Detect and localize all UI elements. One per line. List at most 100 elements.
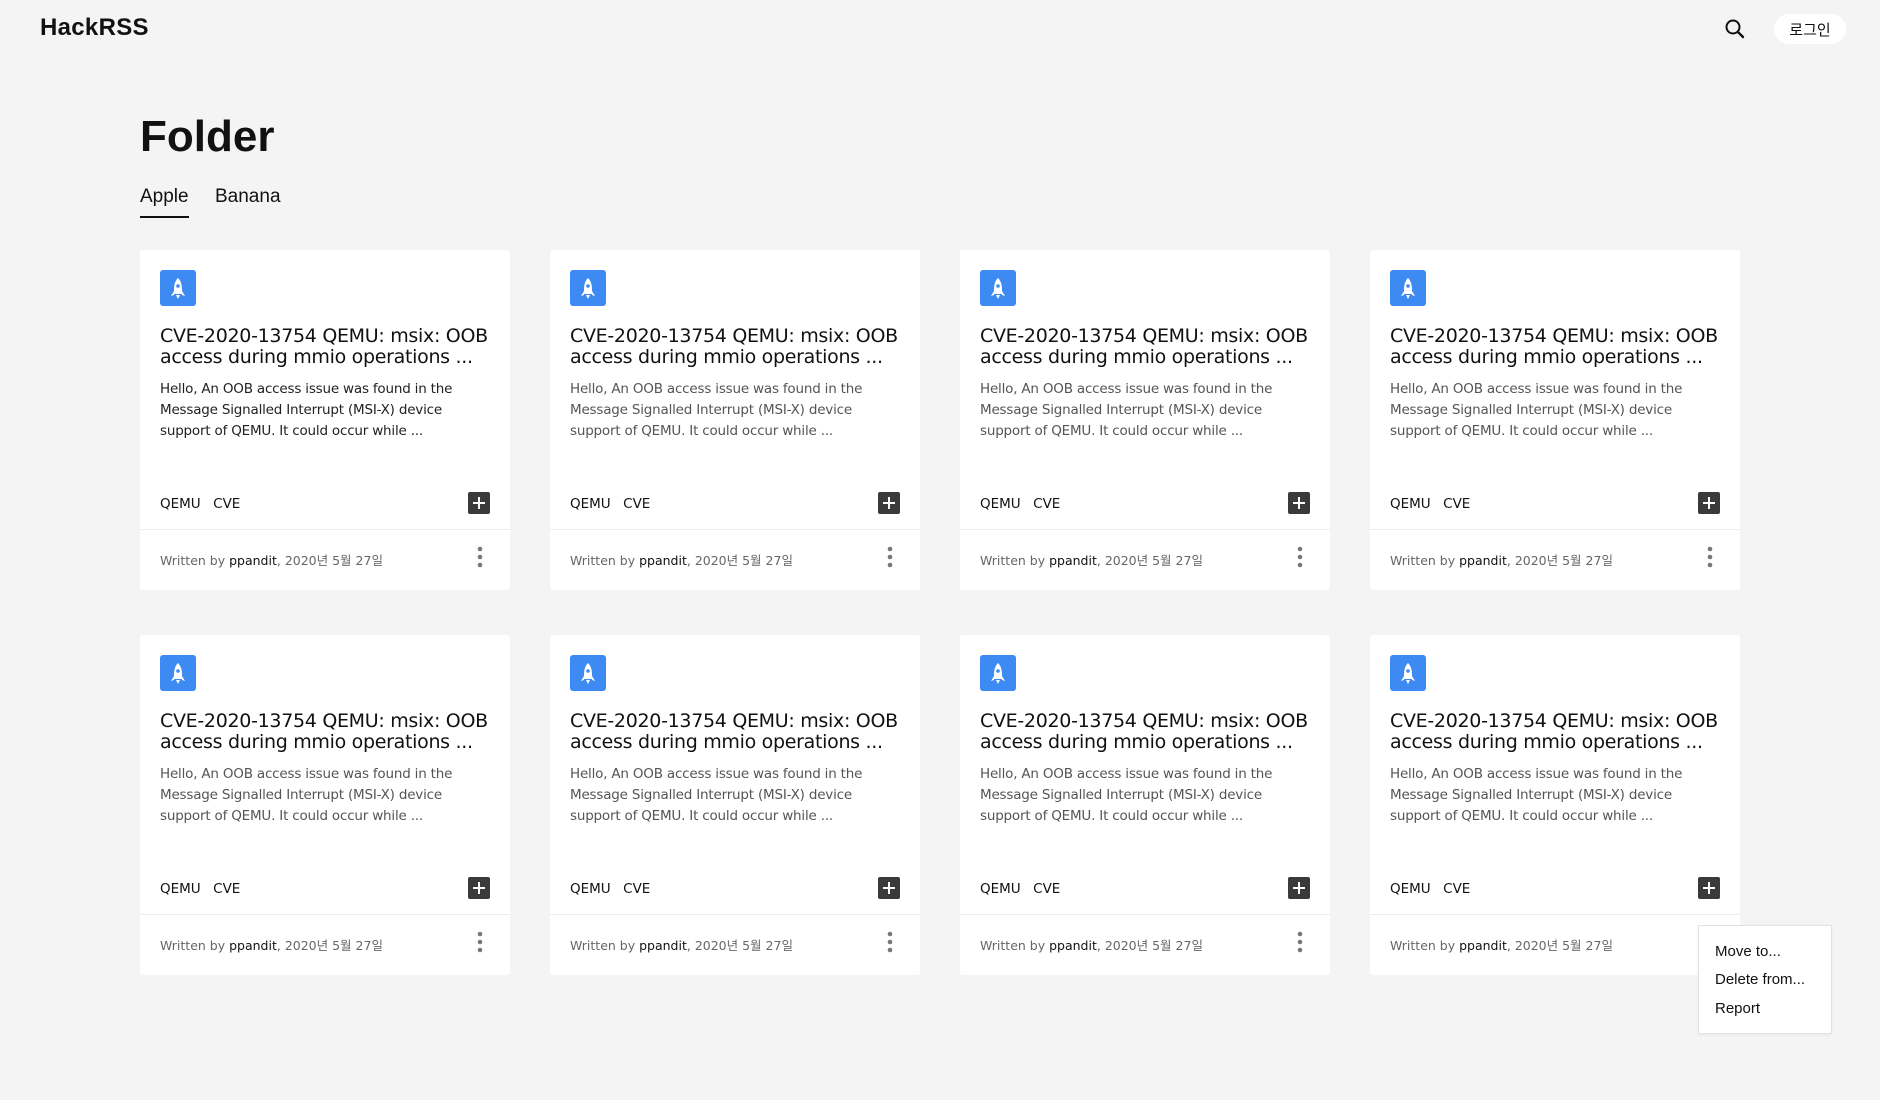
tag[interactable]: QEMU [160, 496, 201, 512]
tag[interactable]: QEMU [980, 881, 1021, 897]
tag[interactable]: QEMU [1390, 496, 1431, 512]
plus-icon[interactable] [468, 492, 490, 514]
card-description: Hello, An OOB access issue was found in … [980, 381, 1273, 439]
card-tags: QEMU CVE [1390, 495, 1478, 515]
card-title[interactable]: CVE-2020-13754 QEMU: msix: OOB access du… [160, 326, 496, 368]
card-divider [960, 914, 1330, 915]
card-description: Hello, An OOB access issue was found in … [1390, 381, 1683, 439]
card-byline: Written by ppandit, 2020년 5월 27일 [980, 550, 1203, 569]
tab-banana[interactable]: Banana [215, 186, 281, 216]
tag[interactable]: QEMU [570, 881, 611, 897]
tag[interactable]: QEMU [980, 496, 1021, 512]
menu-item-move-to[interactable]: Move to... [1715, 943, 1781, 960]
more-vertical-icon[interactable] [880, 929, 900, 955]
more-vertical-icon[interactable] [1700, 544, 1720, 570]
rocket-icon [570, 270, 606, 306]
feed-card[interactable]: CVE-2020-13754 QEMU: msix: OOB access du… [1370, 635, 1740, 975]
more-vertical-icon[interactable] [880, 544, 900, 570]
card-byline: Written by ppandit, 2020년 5월 27일 [570, 935, 793, 954]
feed-card[interactable]: CVE-2020-13754 QEMU: msix: OOB access du… [1370, 250, 1740, 590]
written-by-label: Written by [1390, 938, 1460, 953]
written-by-label: Written by [1390, 553, 1460, 568]
card-tags: QEMU CVE [160, 495, 248, 515]
tag[interactable]: QEMU [570, 496, 611, 512]
rocket-icon [980, 270, 1016, 306]
menu-item-delete-from[interactable]: Delete from... [1715, 971, 1805, 988]
card-title[interactable]: CVE-2020-13754 QEMU: msix: OOB access du… [980, 326, 1316, 368]
card-tags: QEMU CVE [570, 880, 658, 900]
more-vertical-icon[interactable] [1290, 929, 1310, 955]
page-title: Folder [140, 112, 275, 161]
rocket-icon [980, 655, 1016, 691]
card-description: Hello, An OOB access issue was found in … [980, 766, 1273, 824]
card-context-menu: Move to... Delete from... Report [1698, 925, 1832, 1034]
rocket-icon [160, 270, 196, 306]
more-vertical-icon[interactable] [470, 544, 490, 570]
card-title[interactable]: CVE-2020-13754 QEMU: msix: OOB access du… [980, 711, 1316, 753]
tag[interactable]: CVE [213, 496, 240, 512]
plus-icon[interactable] [468, 877, 490, 899]
card-tags: QEMU CVE [570, 495, 658, 515]
card-tags: QEMU CVE [980, 495, 1068, 515]
tag[interactable]: CVE [1443, 496, 1470, 512]
written-by-label: Written by [570, 938, 640, 953]
login-button[interactable]: 로그인 [1774, 14, 1846, 44]
top-bar: HackRSS 로그인 [0, 0, 1880, 60]
post-date: , 2020년 5월 27일 [1506, 938, 1613, 953]
tag[interactable]: CVE [1443, 881, 1470, 897]
author-name[interactable]: ppandit [639, 938, 687, 953]
tag[interactable]: CVE [213, 881, 240, 897]
feed-card[interactable]: CVE-2020-13754 QEMU: msix: OOB access du… [550, 250, 920, 590]
card-title[interactable]: CVE-2020-13754 QEMU: msix: OOB access du… [570, 326, 906, 368]
tag[interactable]: CVE [1033, 496, 1060, 512]
author-name[interactable]: ppandit [1459, 938, 1507, 953]
card-title[interactable]: CVE-2020-13754 QEMU: msix: OOB access du… [1390, 711, 1726, 753]
search-icon[interactable] [1720, 14, 1750, 44]
written-by-label: Written by [980, 938, 1050, 953]
card-tags: QEMU CVE [980, 880, 1068, 900]
card-title[interactable]: CVE-2020-13754 QEMU: msix: OOB access du… [160, 711, 496, 753]
plus-icon[interactable] [1288, 877, 1310, 899]
app-logo[interactable]: HackRSS [40, 14, 149, 42]
tag[interactable]: CVE [1033, 881, 1060, 897]
card-title[interactable]: CVE-2020-13754 QEMU: msix: OOB access du… [1390, 326, 1726, 368]
author-name[interactable]: ppandit [229, 553, 277, 568]
rocket-icon [160, 655, 196, 691]
card-divider [550, 914, 920, 915]
card-divider [960, 529, 1330, 530]
plus-icon[interactable] [878, 877, 900, 899]
plus-icon[interactable] [878, 492, 900, 514]
feed-card[interactable]: CVE-2020-13754 QEMU: msix: OOB access du… [140, 635, 510, 975]
card-tags: QEMU CVE [1390, 880, 1478, 900]
feed-card[interactable]: CVE-2020-13754 QEMU: msix: OOB access du… [960, 250, 1330, 590]
post-date: , 2020년 5월 27일 [1506, 553, 1613, 568]
more-vertical-icon[interactable] [1290, 544, 1310, 570]
card-description: Hello, An OOB access issue was found in … [160, 381, 453, 439]
feed-card[interactable]: CVE-2020-13754 QEMU: msix: OOB access du… [140, 250, 510, 590]
author-name[interactable]: ppandit [229, 938, 277, 953]
card-byline: Written by ppandit, 2020년 5월 27일 [160, 935, 383, 954]
card-divider [140, 529, 510, 530]
card-byline: Written by ppandit, 2020년 5월 27일 [980, 935, 1203, 954]
card-divider [140, 914, 510, 915]
plus-icon[interactable] [1698, 877, 1720, 899]
card-byline: Written by ppandit, 2020년 5월 27일 [1390, 550, 1613, 569]
more-vertical-icon[interactable] [470, 929, 490, 955]
plus-icon[interactable] [1698, 492, 1720, 514]
tag[interactable]: CVE [623, 881, 650, 897]
tag[interactable]: CVE [623, 496, 650, 512]
card-title[interactable]: CVE-2020-13754 QEMU: msix: OOB access du… [570, 711, 906, 753]
author-name[interactable]: ppandit [1049, 553, 1097, 568]
author-name[interactable]: ppandit [639, 553, 687, 568]
post-date: , 2020년 5월 27일 [276, 553, 383, 568]
feed-card[interactable]: CVE-2020-13754 QEMU: msix: OOB access du… [550, 635, 920, 975]
plus-icon[interactable] [1288, 492, 1310, 514]
menu-item-report[interactable]: Report [1715, 1000, 1760, 1017]
feed-card[interactable]: CVE-2020-13754 QEMU: msix: OOB access du… [960, 635, 1330, 975]
tag[interactable]: QEMU [1390, 881, 1431, 897]
author-name[interactable]: ppandit [1049, 938, 1097, 953]
tab-apple[interactable]: Apple [140, 186, 189, 218]
author-name[interactable]: ppandit [1459, 553, 1507, 568]
tag[interactable]: QEMU [160, 881, 201, 897]
post-date: , 2020년 5월 27일 [686, 553, 793, 568]
